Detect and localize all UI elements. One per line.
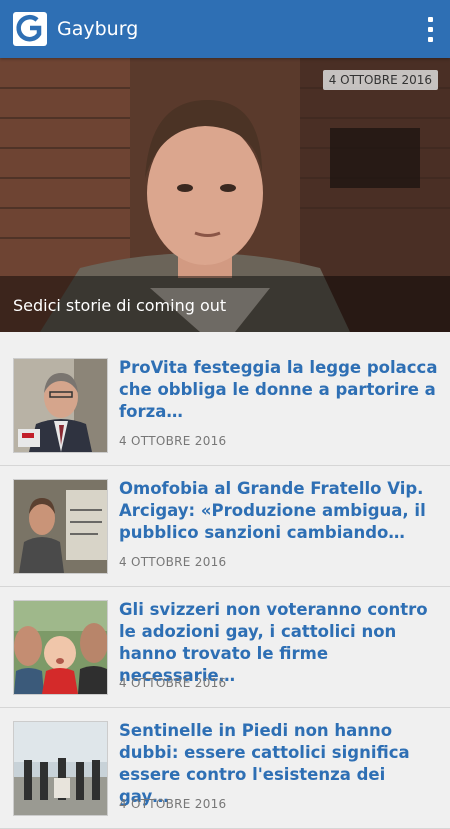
article-list: ProVita festeggia la legge polacca che o…	[0, 345, 450, 829]
article-date: 4 OTTOBRE 2016	[119, 676, 227, 690]
article-title[interactable]: ProVita festeggia la legge polacca che o…	[119, 357, 440, 423]
app-title: Gayburg	[57, 18, 139, 40]
list-item[interactable]: Sentinelle in Piedi non hanno dubbi: ess…	[0, 708, 450, 829]
list-item[interactable]: ProVita festeggia la legge polacca che o…	[0, 345, 450, 466]
overflow-menu-icon[interactable]	[410, 0, 450, 58]
article-date: 4 OTTOBRE 2016	[119, 434, 227, 448]
list-item[interactable]: Omofobia al Grande Fratello Vip. Arcigay…	[0, 466, 450, 587]
featured-article[interactable]: 4 OTTOBRE 2016 Sedici storie di coming o…	[0, 58, 450, 332]
featured-title[interactable]: Sedici storie di coming out	[13, 296, 226, 315]
article-title[interactable]: Omofobia al Grande Fratello Vip. Arcigay…	[119, 478, 440, 544]
article-thumbnail	[13, 479, 108, 574]
article-date: 4 OTTOBRE 2016	[119, 797, 227, 811]
article-title[interactable]: Gli svizzeri non voteranno contro le ado…	[119, 599, 440, 687]
article-title[interactable]: Sentinelle in Piedi non hanno dubbi: ess…	[119, 720, 440, 808]
list-item[interactable]: Gli svizzeri non voteranno contro le ado…	[0, 587, 450, 708]
article-date: 4 OTTOBRE 2016	[119, 555, 227, 569]
featured-date: 4 OTTOBRE 2016	[322, 70, 438, 90]
article-thumbnail	[13, 721, 108, 816]
article-thumbnail	[13, 600, 108, 695]
article-thumbnail	[13, 358, 108, 453]
app-bar: Gayburg	[0, 0, 450, 58]
gayburg-logo-icon[interactable]	[13, 12, 47, 46]
